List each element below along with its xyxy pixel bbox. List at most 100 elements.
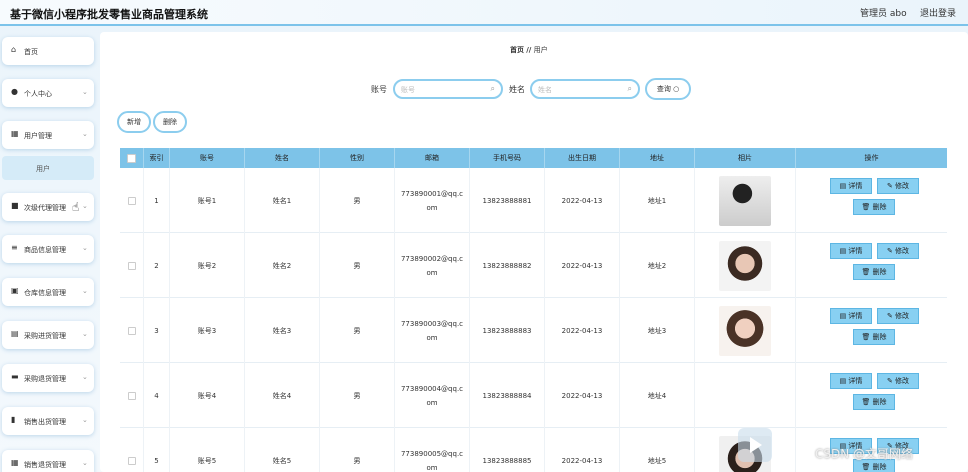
delete-icon: 🗑 [861,398,873,406]
sidebar-subitem-users[interactable]: 用户 [2,156,94,180]
detail-label: 详情 [848,247,863,255]
header-name: 姓名 [245,148,320,168]
warehouse-icon: ▣ [11,286,19,295]
detail-row-button[interactable]: ▤ 详情 [830,308,872,324]
sidebar-item-purchase-return[interactable]: ▬ 采购退货管理 ⌄ [2,364,94,392]
row-check-cell [120,298,144,363]
cell-phone: 13823888883 [470,298,545,363]
account-search-input[interactable]: 账号 ⌕ [393,79,503,99]
edit-row-button[interactable]: ✎ 修改 [877,308,919,324]
cell-index: 4 [144,363,170,428]
header-account: 账号 [170,148,245,168]
sidebar-item-sales-shipment[interactable]: ▮ 销售出货管理 ⌄ [2,407,94,435]
breadcrumb-home[interactable]: 首页 [510,46,524,54]
edit-label: 修改 [895,312,910,320]
chevron-down-icon: ⌄ [82,202,88,210]
cell-account: 账号2 [170,233,245,298]
header-birth-date: 出生日期 [545,148,620,168]
delete-row-button[interactable]: 🗑 删除 [853,394,895,410]
search-icon: ⌕ [490,84,495,93]
play-icon [738,428,772,462]
query-button[interactable]: 查询 ○ [645,78,691,100]
cell-email: 773890004@qq.c om [395,363,470,428]
sidebar-item-home[interactable]: ⌂ 首页 [2,37,94,65]
detail-row-button[interactable]: ▤ 详情 [830,373,872,389]
cell-gender: 男 [320,428,395,472]
name-search-input[interactable]: 姓名 ⌕ [530,79,640,99]
email-line: 773890004@qq.c [400,384,464,393]
detail-label: 详情 [848,312,863,320]
sidebar-item-agent-management[interactable]: ■ 次级代理管理 ⌄ [2,193,94,221]
sidebar-item-purchase-management[interactable]: ▤ 采购进货管理 ⌄ [2,321,94,349]
email-text: 773890003@qq.c om [401,317,463,345]
header-index: 索引 [144,148,170,168]
users-table: 索引 账号 姓名 性别 邮箱 手机号码 出生日期 地址 相片 操作 1 账号1 姓名… [120,148,947,472]
sidebar-item-label: 次级代理管理 [24,204,66,212]
row-checkbox[interactable] [127,326,136,335]
cell-actions: ▤ 详情 ✎ 修改 🗑 删除 [796,233,947,298]
sidebar-item-user-management[interactable]: ▦ 用户管理 ⌄ [2,121,94,149]
logout-link[interactable]: 退出登录 [920,6,956,19]
row-checkbox[interactable] [127,456,136,465]
cell-address: 地址3 [620,298,695,363]
cell-phone: 13823888882 [470,233,545,298]
sidebar-item-label: 用户管理 [24,132,52,140]
delete-button[interactable]: 删除 [153,111,187,133]
email-line: om [426,463,438,472]
cell-account: 账号5 [170,428,245,472]
detail-row-button[interactable]: ▤ 详情 [830,178,872,194]
header-phone: 手机号码 [470,148,545,168]
delete-row-button[interactable]: 🗑 删除 [853,329,895,345]
delete-label: 删除 [872,268,887,276]
row-checkbox[interactable] [127,196,136,205]
user-icon: ● [11,87,18,96]
row-checkbox[interactable] [127,261,136,270]
row-checkbox[interactable] [127,391,136,400]
select-all-checkbox[interactable] [127,154,136,163]
cell-gender: 男 [320,233,395,298]
return-icon: ▬ [11,372,19,381]
cell-gender: 男 [320,363,395,428]
delete-row-button[interactable]: 🗑 删除 [853,264,895,280]
delete-row-button[interactable]: 🗑 删除 [853,199,895,215]
edit-label: 修改 [895,247,910,255]
sidebar-item-warehouse-management[interactable]: ▣ 仓库信息管理 ⌄ [2,278,94,306]
cell-email: 773890003@qq.c om [395,298,470,363]
add-button[interactable]: 新增 [117,111,151,133]
email-line: om [426,268,438,277]
sidebar-item-label: 销售出货管理 [24,418,66,426]
cell-index: 5 [144,428,170,472]
search-icon: ⌕ [627,84,632,93]
edit-icon: ✎ [886,312,896,320]
detail-row-button[interactable]: ▤ 详情 [830,243,872,259]
name-placeholder: 姓名 [538,86,552,94]
cell-name: 姓名2 [245,233,320,298]
table-header: 索引 账号 姓名 性别 邮箱 手机号码 出生日期 地址 相片 操作 [120,148,947,168]
cell-phone: 13823888884 [470,363,545,428]
edit-label: 修改 [895,377,910,385]
edit-row-button[interactable]: ✎ 修改 [877,178,919,194]
email-text: 773890001@qq.c om [401,187,463,215]
edit-icon: ✎ [886,377,896,385]
edit-row-button[interactable]: ✎ 修改 [877,243,919,259]
cell-address: 地址2 [620,233,695,298]
cell-account: 账号1 [170,168,245,233]
cell-actions: ▤ 详情 ✎ 修改 🗑 删除 [796,363,947,428]
cell-address: 地址5 [620,428,695,472]
delete-icon: 🗑 [861,333,873,341]
detail-label: 详情 [848,182,863,190]
email-text: 773890005@qq.c om [401,447,463,472]
chevron-down-icon: ⌄ [82,330,88,338]
chevron-down-icon: ⌄ [82,373,88,381]
row-check-cell [120,233,144,298]
grid-icon: ▦ [11,458,19,467]
sidebar-item-sales-return[interactable]: ▦ 销售退货管理 ⌄ [2,450,94,472]
email-text: 773890002@qq.c om [401,252,463,280]
sidebar-item-product-management[interactable]: ≡ 商品信息管理 ⌄ [2,235,94,263]
sidebar-item-personal-center[interactable]: ● 个人中心 ⌄ [2,79,94,107]
cell-address: 地址1 [620,168,695,233]
cell-gender: 男 [320,298,395,363]
email-line: 773890002@qq.c [400,254,464,263]
table-row: 4 账号4 姓名4 男 773890004@qq.c om 13823888884 2022-… [120,363,947,428]
edit-row-button[interactable]: ✎ 修改 [877,373,919,389]
